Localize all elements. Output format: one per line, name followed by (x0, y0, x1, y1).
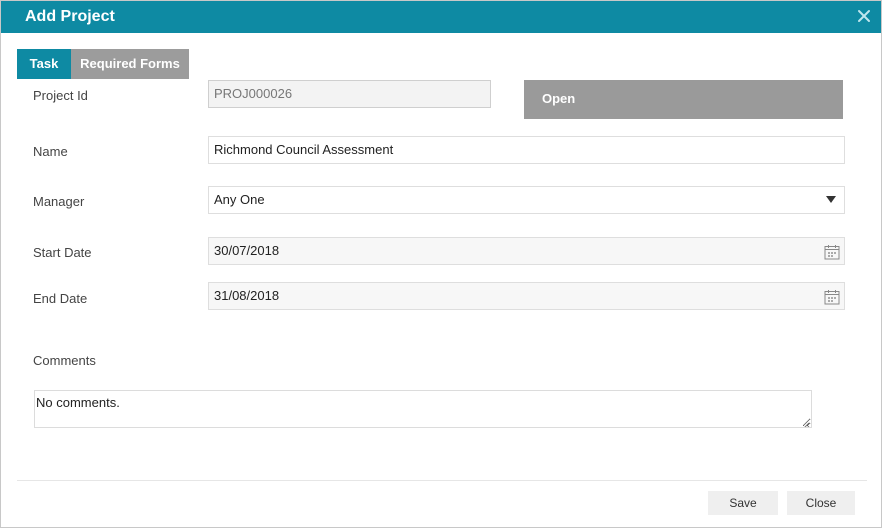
manager-select[interactable]: Any One (208, 186, 845, 214)
add-project-dialog: Add Project Task Required Forms Project … (0, 0, 882, 528)
start-date-value: 30/07/2018 (214, 243, 280, 258)
project-id-label: Project Id (33, 88, 88, 103)
close-button[interactable]: Close (787, 491, 855, 515)
close-icon[interactable] (855, 7, 873, 25)
tab-required-forms[interactable]: Required Forms (71, 49, 189, 79)
save-button[interactable]: Save (708, 491, 778, 515)
dialog-title: Add Project (25, 8, 115, 25)
name-input[interactable] (214, 142, 781, 157)
manager-label: Manager (33, 194, 85, 209)
calendar-icon[interactable] (824, 243, 840, 260)
chevron-down-icon[interactable] (826, 196, 836, 203)
end-date-value: 31/08/2018 (214, 288, 280, 303)
start-date-label: Start Date (33, 245, 92, 260)
comments-label: Comments (33, 353, 96, 368)
comments-textarea[interactable]: No comments. (34, 390, 812, 428)
resize-grip-icon[interactable] (802, 418, 810, 427)
dialog-titlebar: Add Project (1, 1, 881, 33)
end-date-field[interactable]: 31/08/2018 (208, 282, 845, 310)
tab-task[interactable]: Task (17, 49, 71, 79)
manager-selected-value: Any One (214, 192, 265, 207)
footer-divider (17, 480, 867, 481)
name-field[interactable] (208, 136, 845, 164)
project-id-field: PROJ000026 (208, 80, 491, 108)
calendar-icon[interactable] (824, 288, 840, 305)
project-id-value: PROJ000026 (214, 86, 293, 101)
end-date-label: End Date (33, 291, 88, 306)
start-date-field[interactable]: 30/07/2018 (208, 237, 845, 265)
comments-value: No comments. (36, 395, 120, 410)
name-label: Name (33, 144, 68, 159)
status-open-button[interactable]: Open (524, 80, 843, 119)
